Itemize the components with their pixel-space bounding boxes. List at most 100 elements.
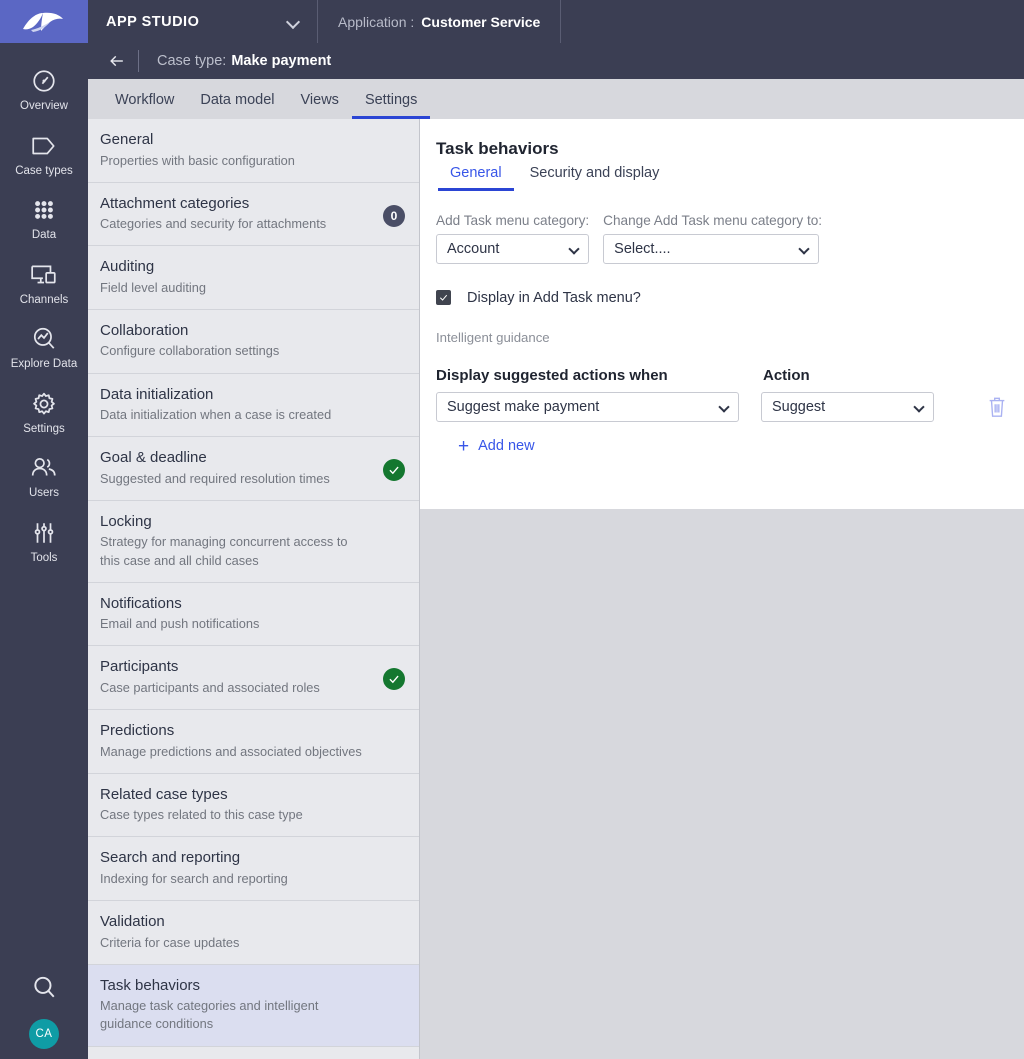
nav-item-explore-data[interactable]: Explore Data [0, 315, 88, 380]
nav-item-channels[interactable]: Channels [0, 251, 88, 316]
nav-item-data[interactable]: Data [0, 186, 88, 251]
app-logo[interactable] [0, 0, 88, 43]
column-header-action: Action [763, 366, 810, 384]
tab-strip: Workflow Data model Views Settings [88, 79, 1024, 119]
dots-grid-icon [29, 195, 59, 225]
select-value: Account [447, 240, 500, 257]
settings-item-notifications[interactable]: Notifications Email and push notificatio… [88, 583, 419, 647]
display-in-add-task-menu-row: Display in Add Task menu? [436, 290, 1008, 306]
divider [138, 50, 139, 72]
settings-item-title: Auditing [100, 258, 155, 276]
settings-item-subtitle: Manage predictions and associated object… [100, 743, 362, 759]
settings-item-data-initialization[interactable]: Data initialization Data initialization … [88, 374, 419, 438]
settings-item-search-and-reporting[interactable]: Search and reporting Indexing for search… [88, 837, 419, 902]
studio-switcher[interactable]: APP STUDIO [88, 0, 318, 43]
nav-label: Tools [30, 551, 58, 564]
settings-item-subtitle: Strategy for managing concurrent access … [100, 534, 348, 568]
display-in-add-task-menu-checkbox[interactable] [436, 290, 451, 306]
settings-item-subtitle: Case types related to this case type [100, 807, 303, 823]
subtab-security-and-display[interactable]: Security and display [518, 163, 672, 191]
avatar[interactable]: CA [29, 1019, 59, 1049]
application-name: Customer Service [421, 13, 541, 30]
speedometer-icon [29, 66, 59, 96]
nav-item-case-types[interactable]: Case types [0, 122, 88, 187]
settings-item-subtitle: Field level auditing [100, 279, 206, 295]
nav-label: Settings [23, 422, 65, 435]
tab-data-model[interactable]: Data model [187, 92, 287, 120]
select-value: Suggest [772, 398, 826, 415]
settings-item-title: Validation [100, 913, 165, 931]
left-nav: Overview Case types Data Channels Explor… [0, 43, 88, 1059]
tab-views[interactable]: Views [288, 92, 352, 120]
settings-item-general[interactable]: General Properties with basic configurat… [88, 119, 419, 183]
settings-item-collaboration[interactable]: Collaboration Configure collaboration se… [88, 310, 419, 374]
guidance-table-header: Display suggested actions when Action [436, 367, 1008, 384]
nav-item-settings[interactable]: Settings [0, 380, 88, 445]
settings-item-subtitle: Suggested and required resolution times [100, 470, 330, 486]
nav-label: Explore Data [10, 358, 78, 370]
search-icon[interactable] [31, 974, 57, 1005]
settings-item-title: Locking [100, 512, 152, 530]
field-label: Change Add Task menu category to: [603, 212, 823, 228]
settings-item-title: General [100, 131, 154, 148]
add-task-menu-category-field: Add Task menu category: Account [436, 213, 589, 264]
case-arrow-icon [29, 131, 59, 161]
settings-item-attachment-categories[interactable]: Attachment categories Categories and sec… [88, 183, 419, 247]
add-new-button[interactable]: + Add new [458, 437, 1008, 456]
settings-item-goal-deadline[interactable]: Goal & deadline Suggested and required r… [88, 437, 419, 501]
settings-item-subtitle: Indexing for search and reporting [100, 870, 288, 886]
change-category-select[interactable]: Select.... [603, 233, 820, 264]
settings-item-title: Attachment categories [100, 194, 250, 212]
case-type-name: Make payment [231, 53, 332, 69]
people-icon [29, 453, 59, 483]
nav-label: Overview [20, 100, 68, 112]
tab-workflow[interactable]: Workflow [102, 92, 187, 120]
settings-item-title: Predictions [100, 722, 175, 740]
chevron-down-icon [913, 401, 925, 413]
application-indicator: Application : Customer Service [318, 0, 562, 43]
count-badge: 0 [383, 204, 405, 227]
chevron-down-icon [718, 401, 730, 413]
panel-subtabs: General Security and display [438, 163, 1008, 191]
select-value: Select.... [614, 240, 671, 257]
right-column: Case type: Make payment Workflow Data mo… [88, 43, 1024, 1059]
settings-item-task-behaviors[interactable]: Task behaviors Manage task categories an… [88, 964, 419, 1047]
settings-item-subtitle: Configure collaboration settings [100, 343, 280, 359]
sliders-icon [29, 518, 59, 548]
settings-item-subtitle: Email and push notifications [100, 616, 260, 632]
application-label: Application : [338, 13, 415, 30]
settings-item-auditing[interactable]: Auditing Field level auditing [88, 246, 419, 310]
left-nav-footer: CA [0, 974, 88, 1049]
body: Overview Case types Data Channels Explor… [0, 43, 1024, 1059]
category-field-row: Add Task menu category: Account Change A… [436, 213, 1008, 264]
nav-item-tools[interactable]: Tools [0, 509, 88, 574]
settings-item-validation[interactable]: Validation Criteria for case updates [88, 901, 419, 965]
back-arrow-icon[interactable] [102, 46, 132, 76]
trash-icon[interactable] [986, 395, 1008, 419]
add-new-label: Add new [478, 438, 535, 455]
intelligent-guidance-caption: Intelligent guidance [436, 329, 550, 345]
change-category-field: Change Add Task menu category to: Select… [603, 213, 822, 264]
add-task-menu-category-select[interactable]: Account [436, 233, 589, 264]
tab-settings[interactable]: Settings [351, 92, 431, 119]
settings-item-predictions[interactable]: Predictions Manage predictions and assoc… [88, 710, 419, 774]
settings-list[interactable]: General Properties with basic configurat… [88, 119, 420, 1059]
task-behaviors-panel: Task behaviors General Security and disp… [420, 119, 1024, 509]
settings-item-related-case-types[interactable]: Related case types Case types related to… [88, 774, 419, 838]
settings-item-participants[interactable]: Participants Case participants and assoc… [88, 646, 419, 711]
nav-item-overview[interactable]: Overview [0, 57, 88, 122]
settings-item-subtitle: Criteria for case updates [100, 934, 240, 950]
settings-item-title: Task behaviors [100, 976, 201, 994]
case-type-label: Case type: [157, 53, 227, 69]
settings-item-case-processing-options[interactable]: Case processing options Enable preconfig… [88, 1047, 419, 1059]
subtab-general[interactable]: General [438, 163, 514, 191]
select-value: Suggest make payment [447, 398, 600, 415]
guidance-condition-select[interactable]: Suggest make payment [436, 391, 739, 422]
guidance-action-select[interactable]: Suggest [761, 391, 934, 422]
page-title: Task behaviors [436, 139, 559, 158]
settings-item-locking[interactable]: Locking Strategy for managing concurrent… [88, 501, 419, 583]
top-bar: APP STUDIO Application : Customer Servic… [0, 0, 1024, 43]
column-header-condition: Display suggested actions when [436, 366, 668, 384]
nav-item-users[interactable]: Users [0, 444, 88, 509]
gear-icon [29, 389, 59, 419]
